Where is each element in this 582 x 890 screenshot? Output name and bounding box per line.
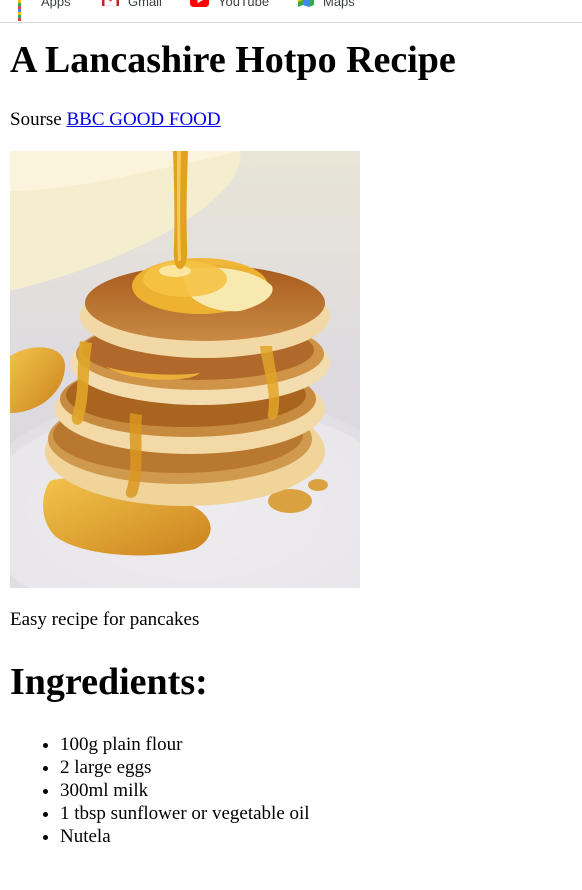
bookmark-apps[interactable]: Apps [18,0,71,21]
source-line: Sourse BBC GOOD FOOD [10,109,221,131]
bookmarks-bar: Apps Gmail YouTube Maps [0,0,582,23]
list-item: 1 tbsp sunflower or vegetable oil [60,802,310,825]
bookmark-label: Maps [323,0,355,9]
bookmark-label: Apps [41,0,71,9]
recipe-image [10,151,360,588]
list-item: 100g plain flour [60,733,310,756]
bookmark-label: YouTube [218,0,270,9]
list-item: 2 large eggs [60,756,310,779]
bookmark-label: Gmail [128,0,162,9]
page-title: A Lancashire Hotpo Recipe [10,39,456,81]
ingredient-list: 100g plain flour 2 large eggs 300ml milk… [10,733,310,848]
source-prefix: Sourse [10,109,62,130]
ingredients-heading: Ingredients: [10,661,208,703]
bookmark-gmail[interactable]: Gmail [101,0,162,10]
list-item: Nutela [60,825,310,848]
image-caption: Easy recipe for pancakes [10,609,200,630]
youtube-icon [190,0,209,10]
gmail-icon [101,0,120,9]
list-item: 300ml milk [60,779,310,802]
maps-icon [298,0,314,11]
source-link[interactable]: BBC GOOD FOOD [66,109,220,130]
apps-grid-icon [18,0,32,21]
bookmark-youtube[interactable]: YouTube [190,0,269,10]
bookmark-maps[interactable]: Maps [298,0,355,10]
